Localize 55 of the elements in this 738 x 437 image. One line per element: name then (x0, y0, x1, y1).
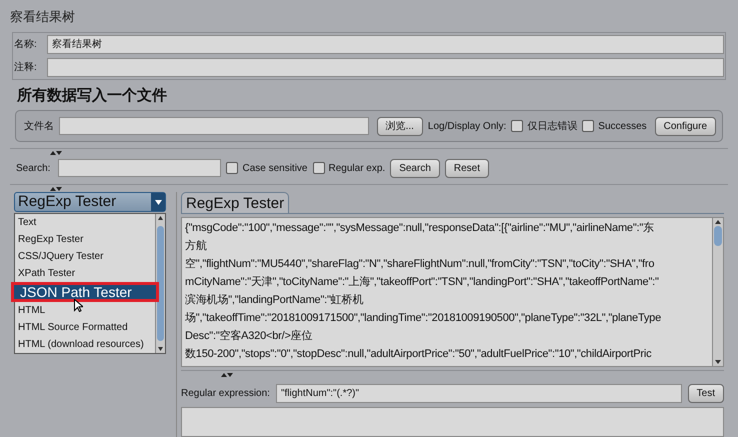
filename-field[interactable] (59, 117, 369, 135)
regex-field[interactable]: "flightNum":"(.*?)" (276, 384, 682, 403)
scroll-thumb[interactable] (714, 226, 722, 246)
regex-label: Regular expression: (181, 387, 270, 401)
section-heading: 所有数据写入一个文件 (16, 86, 168, 106)
scroll-down-icon[interactable] (713, 358, 723, 366)
dropdown-option[interactable]: CSS/JQuery Tester (15, 248, 155, 265)
checkbox-label: Case sensitive (242, 162, 308, 176)
dropdown-option[interactable]: Text (15, 214, 155, 231)
browse-button[interactable]: 浏览... (376, 116, 423, 136)
reset-button[interactable]: Reset (444, 158, 490, 178)
dropdown-option[interactable]: RegExp Tester (15, 231, 155, 248)
configure-button[interactable]: Configure (654, 116, 716, 136)
scroll-down-icon[interactable] (156, 345, 165, 353)
tab[interactable]: RegExp Tester (181, 192, 290, 213)
checkbox[interactable] (312, 162, 324, 174)
search-field[interactable] (58, 159, 222, 177)
scrollbar[interactable] (712, 218, 723, 366)
checkbox[interactable] (582, 120, 594, 132)
dropdown-option[interactable]: XPath Tester (15, 265, 155, 282)
field-label: 名称: (14, 38, 38, 52)
search-label: Search: (16, 162, 50, 176)
window-title: 察看结果树 (9, 8, 76, 26)
checkbox[interactable] (511, 120, 524, 132)
log-display-label: Log/Display Only: (428, 120, 506, 134)
name-field[interactable]: 察看结果树 (47, 34, 724, 54)
response-line: 空","flightNum":"MU5440","shareFlag":"N","shareFlightNum":null,"fromCity":"TSN","toCity":"SHA","fro (185, 256, 656, 272)
field-label: 注释: (14, 60, 38, 74)
dropdown-option[interactable]: JSON Path Tester (11, 282, 159, 302)
dropdown-option[interactable]: HTML Source Formatted (15, 319, 155, 336)
dropdown-option[interactable]: HTML (download resources) (15, 336, 155, 353)
scroll-up-icon[interactable] (156, 214, 165, 222)
test-button[interactable]: Test (688, 384, 724, 403)
scrollbar[interactable] (155, 214, 165, 353)
comment-field[interactable] (47, 58, 724, 76)
cursor-icon (74, 299, 83, 312)
splitter-arrows-icon[interactable] (221, 372, 233, 378)
response-line: {"msgCode":"100","message":"","sysMessage":null,"responseData":[{"airline":"MU","airlineName":"东 (185, 220, 655, 236)
checkbox-label: Regular exp. (328, 162, 386, 176)
response-line: 数150-200","stops":"0","stopDesc":null,"adultAirportPrice":"50","adultFuelPrice":"10","childAirportPric (185, 347, 652, 362)
response-line: 场","takeoffTime":"20181009171500","landingTime":"20181009190500","planeType":"32L","planeType (185, 311, 662, 326)
search-button[interactable]: Search (390, 158, 440, 178)
renderer-dropdown[interactable]: RegExp Tester (14, 192, 166, 212)
checkbox-label: Successes (598, 120, 647, 134)
dropdown-option[interactable]: HTML (15, 302, 155, 319)
response-line: 方航 (185, 238, 208, 254)
response-line: 滨海机场","landingPortName":"虹桥机 (185, 292, 364, 308)
splitter-arrows-icon[interactable] (50, 150, 62, 156)
scroll-thumb[interactable] (157, 226, 164, 341)
splitter-arrows-icon[interactable] (50, 186, 62, 192)
response-line: mCityName":"天津","toCityName":"上海","takeoffPort":"TSN","landingPort":"SHA","takeoffPortName":" (185, 275, 660, 290)
checkbox-label: 仅日志错误 (527, 120, 578, 134)
field-label: 文件名 (24, 120, 54, 134)
response-line: Desc":"空客A320<br/>座位 (185, 328, 314, 344)
checkbox[interactable] (226, 162, 238, 174)
